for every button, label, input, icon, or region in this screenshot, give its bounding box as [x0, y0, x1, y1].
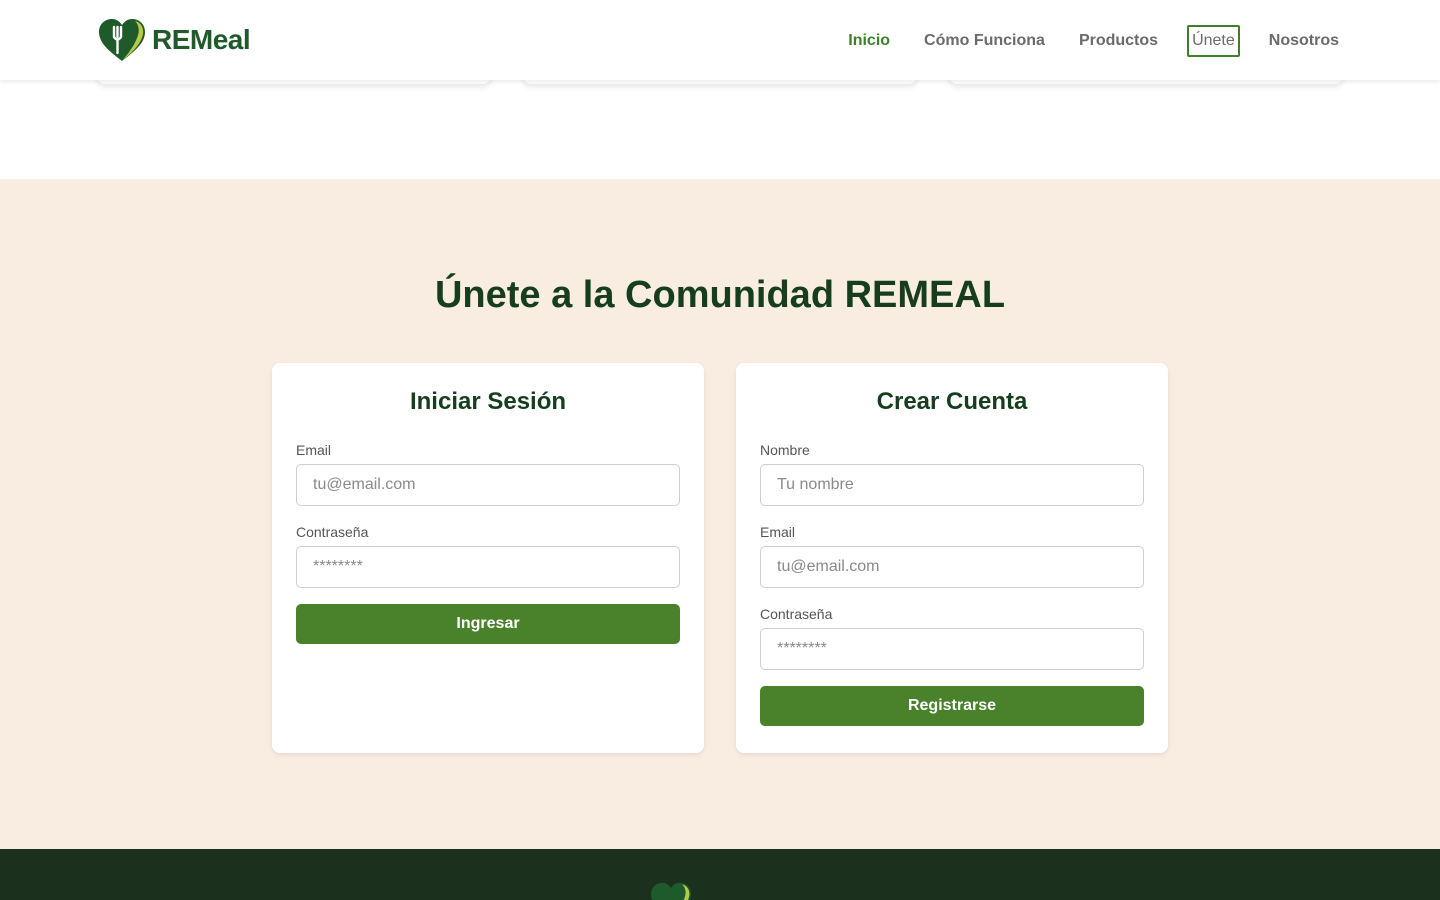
footer-logo-icon [651, 882, 691, 900]
site-header: REMeal Inicio Cómo Funciona Productos Ún… [0, 0, 1440, 80]
section-title: Únete a la Comunidad REMEAL [434, 274, 1006, 316]
main-nav: Inicio Cómo Funciona Productos Únete Nos… [819, 25, 1344, 57]
login-password-label: Contraseña [296, 524, 369, 540]
nav-item-inicio[interactable]: Inicio [843, 25, 895, 57]
join-section: Únete a la Comunidad REMEAL Iniciar Sesi… [0, 179, 1440, 849]
heart-fork-icon [99, 19, 145, 61]
register-name-input[interactable] [760, 464, 1144, 506]
register-email-input[interactable] [760, 546, 1144, 588]
nav-item-como-funciona[interactable]: Cómo Funciona [919, 25, 1050, 57]
login-card: Iniciar Sesión Email Contraseña Ingresar [272, 363, 704, 753]
nav-item-unete[interactable]: Únete [1187, 25, 1240, 57]
login-email-label: Email [296, 442, 332, 458]
login-submit-button[interactable]: Ingresar [296, 604, 680, 644]
register-email-label: Email [760, 524, 796, 540]
login-title: Iniciar Sesión [409, 388, 567, 415]
register-title: Crear Cuenta [876, 388, 1028, 415]
brand-logo[interactable]: REMeal [97, 17, 251, 63]
nav-item-nosotros[interactable]: Nosotros [1264, 25, 1344, 57]
login-password-input[interactable] [296, 546, 680, 588]
register-card: Crear Cuenta Nombre Email Contraseña Reg… [736, 363, 1168, 753]
site-footer [0, 849, 1440, 900]
register-submit-button[interactable]: Registrarse [760, 686, 1144, 726]
register-name-label: Nombre [760, 442, 810, 458]
nav-item-productos[interactable]: Productos [1074, 25, 1163, 57]
login-email-input[interactable] [296, 464, 680, 506]
register-password-label: Contraseña [760, 606, 833, 622]
brand-name: REMeal [152, 24, 251, 55]
register-password-input[interactable] [760, 628, 1144, 670]
